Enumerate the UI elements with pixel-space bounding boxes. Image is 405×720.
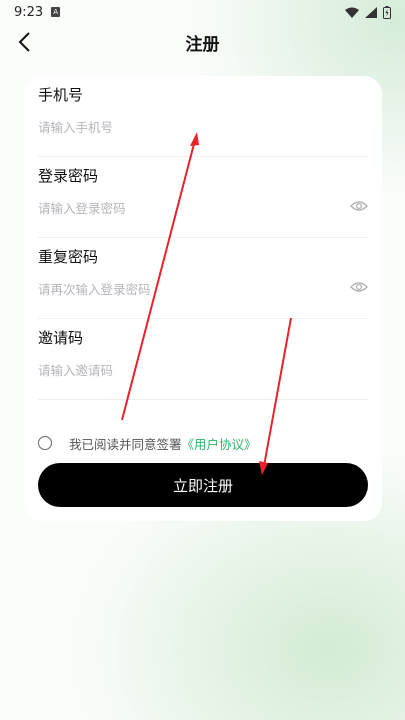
eye-icon[interactable]	[350, 199, 368, 213]
invite-code-field: 邀请码	[38, 319, 368, 400]
battery-icon	[383, 5, 391, 19]
register-button[interactable]: 立即注册	[38, 463, 368, 507]
page-title: 注册	[185, 35, 220, 55]
header: 注册	[0, 24, 405, 60]
status-right	[345, 5, 391, 19]
password-label: 登录密码	[38, 167, 99, 185]
confirm-password-input[interactable]	[38, 278, 338, 300]
eye-icon[interactable]	[350, 280, 368, 294]
invite-code-input[interactable]	[38, 359, 338, 381]
phone-label: 手机号	[38, 86, 84, 104]
password-input[interactable]	[38, 197, 338, 219]
cell-signal-icon	[365, 6, 377, 18]
phone-field: 手机号	[38, 76, 368, 157]
register-card: 手机号 登录密码 重复密码 邀请码 我已阅读并同意签署 《用户协议》 立即注册	[24, 76, 382, 521]
agreement-text: 我已阅读并同意签署	[69, 436, 182, 452]
agreement-row: 我已阅读并同意签署 《用户协议》	[38, 433, 257, 453]
notification-icon: A	[51, 7, 61, 17]
phone-input[interactable]	[38, 116, 338, 138]
wifi-icon	[345, 7, 359, 18]
invite-code-label: 邀请码	[38, 329, 84, 347]
status-bar: 9:23 A	[0, 0, 405, 24]
divider	[38, 399, 368, 400]
password-field: 登录密码	[38, 157, 368, 238]
user-agreement-link[interactable]: 《用户协议》	[182, 434, 257, 453]
agreement-radio[interactable]	[38, 436, 52, 450]
confirm-password-field: 重复密码	[38, 238, 368, 319]
confirm-password-label: 重复密码	[38, 248, 99, 266]
status-time: 9:23	[14, 4, 44, 20]
status-left: 9:23 A	[14, 4, 61, 20]
